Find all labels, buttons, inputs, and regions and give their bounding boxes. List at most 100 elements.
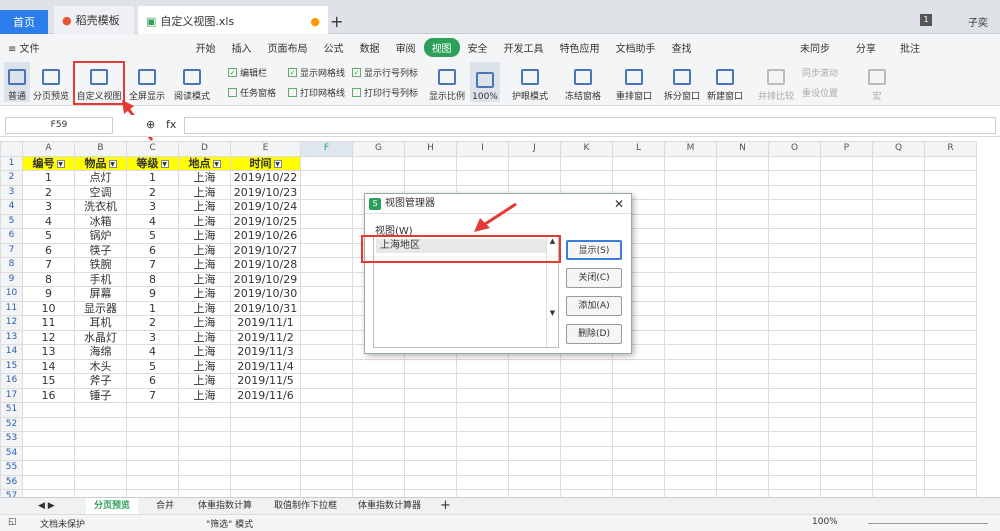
cell[interactable] [872, 431, 925, 447]
cell[interactable] [716, 257, 769, 273]
cell[interactable] [820, 300, 873, 316]
rearrange-button[interactable]: 重排窗口 [610, 62, 658, 102]
cell[interactable] [508, 416, 561, 432]
new-window-button[interactable]: 新建窗口 [704, 62, 746, 102]
cell[interactable] [74, 489, 127, 497]
cell[interactable] [664, 199, 717, 215]
cell[interactable] [924, 242, 977, 258]
cell[interactable] [74, 402, 127, 418]
column-header[interactable]: Q [872, 141, 925, 157]
sheet-tab-active[interactable]: 分页预览 [86, 498, 139, 514]
cell[interactable] [126, 489, 179, 497]
cell[interactable]: 上海 [178, 329, 231, 345]
zoom-level[interactable]: 100% [812, 517, 838, 527]
cell[interactable] [560, 474, 613, 490]
cell[interactable] [508, 402, 561, 418]
menu-start[interactable]: 开始 [188, 40, 224, 55]
cell[interactable] [300, 474, 353, 490]
cell[interactable] [352, 460, 405, 476]
cell[interactable] [716, 402, 769, 418]
cell[interactable] [230, 416, 301, 432]
cell[interactable]: 2019/10/31 [230, 300, 301, 316]
cell[interactable] [872, 286, 925, 302]
eye-protect-button[interactable]: 护眼模式 [510, 62, 550, 102]
menu-search[interactable]: 查找 [664, 40, 700, 55]
cell[interactable] [768, 416, 821, 432]
cell[interactable]: 2019/10/22 [230, 170, 301, 186]
cell[interactable] [924, 155, 977, 171]
share-button[interactable]: 分享 [856, 40, 876, 55]
row-header[interactable]: 55 [0, 460, 23, 476]
cell[interactable] [820, 373, 873, 389]
cell[interactable] [352, 387, 405, 403]
cell[interactable] [74, 474, 127, 490]
cell[interactable] [352, 416, 405, 432]
row-header[interactable]: 7 [0, 242, 23, 258]
cell[interactable] [664, 445, 717, 461]
cell[interactable] [924, 416, 977, 432]
menu-security[interactable]: 安全 [460, 40, 496, 55]
cell[interactable]: 耳机 [74, 315, 127, 331]
cell[interactable] [178, 402, 231, 418]
menu-review[interactable]: 审阅 [388, 40, 424, 55]
cell[interactable] [820, 271, 873, 287]
column-header[interactable]: E [230, 141, 301, 157]
cell[interactable] [300, 489, 353, 497]
cell[interactable] [820, 155, 873, 171]
cell[interactable] [924, 170, 977, 186]
cell[interactable] [560, 170, 613, 186]
cell[interactable] [456, 373, 509, 389]
cell[interactable]: 5 [22, 228, 75, 244]
cell[interactable] [768, 373, 821, 389]
row-header[interactable]: 14 [0, 344, 23, 360]
column-header[interactable]: M [664, 141, 717, 157]
freeze-button[interactable]: 冻结窗格 [560, 62, 606, 102]
column-header[interactable]: H [404, 141, 457, 157]
menu-formula[interactable]: 公式 [316, 40, 352, 55]
cell[interactable]: 锅炉 [74, 228, 127, 244]
cell[interactable] [22, 489, 75, 497]
cell[interactable] [22, 460, 75, 476]
cell[interactable] [768, 431, 821, 447]
cell[interactable]: 上海 [178, 242, 231, 258]
column-header[interactable]: I [456, 141, 509, 157]
cell[interactable] [456, 170, 509, 186]
cell[interactable]: 2019/11/4 [230, 358, 301, 374]
cell[interactable]: 2019/10/29 [230, 271, 301, 287]
cell[interactable] [768, 300, 821, 316]
cell[interactable] [612, 358, 665, 374]
cell[interactable] [872, 460, 925, 476]
cell[interactable]: 15 [22, 373, 75, 389]
cell[interactable] [768, 315, 821, 331]
cell[interactable]: 7 [126, 257, 179, 273]
cell[interactable] [768, 242, 821, 258]
column-header[interactable]: D [178, 141, 231, 157]
cell[interactable] [300, 358, 353, 374]
cell[interactable] [924, 358, 977, 374]
cell[interactable] [716, 373, 769, 389]
cell[interactable]: 2019/11/1 [230, 315, 301, 331]
cell[interactable] [178, 460, 231, 476]
cell[interactable]: 铁腕 [74, 257, 127, 273]
cell[interactable] [300, 170, 353, 186]
cell[interactable] [664, 489, 717, 497]
cell[interactable] [300, 228, 353, 244]
cell[interactable] [872, 300, 925, 316]
cell[interactable] [352, 358, 405, 374]
cell[interactable] [126, 416, 179, 432]
cell[interactable] [716, 416, 769, 432]
cell[interactable] [74, 431, 127, 447]
cell[interactable] [716, 213, 769, 229]
cell[interactable]: 2019/10/28 [230, 257, 301, 273]
cell[interactable] [612, 460, 665, 476]
cell[interactable] [560, 155, 613, 171]
cell[interactable] [716, 329, 769, 345]
cell[interactable] [456, 155, 509, 171]
cell[interactable] [768, 184, 821, 200]
row-header[interactable]: 13 [0, 329, 23, 345]
cell[interactable] [872, 155, 925, 171]
cell[interactable] [352, 170, 405, 186]
cell[interactable] [664, 155, 717, 171]
cell[interactable] [768, 213, 821, 229]
column-header[interactable]: J [508, 141, 561, 157]
